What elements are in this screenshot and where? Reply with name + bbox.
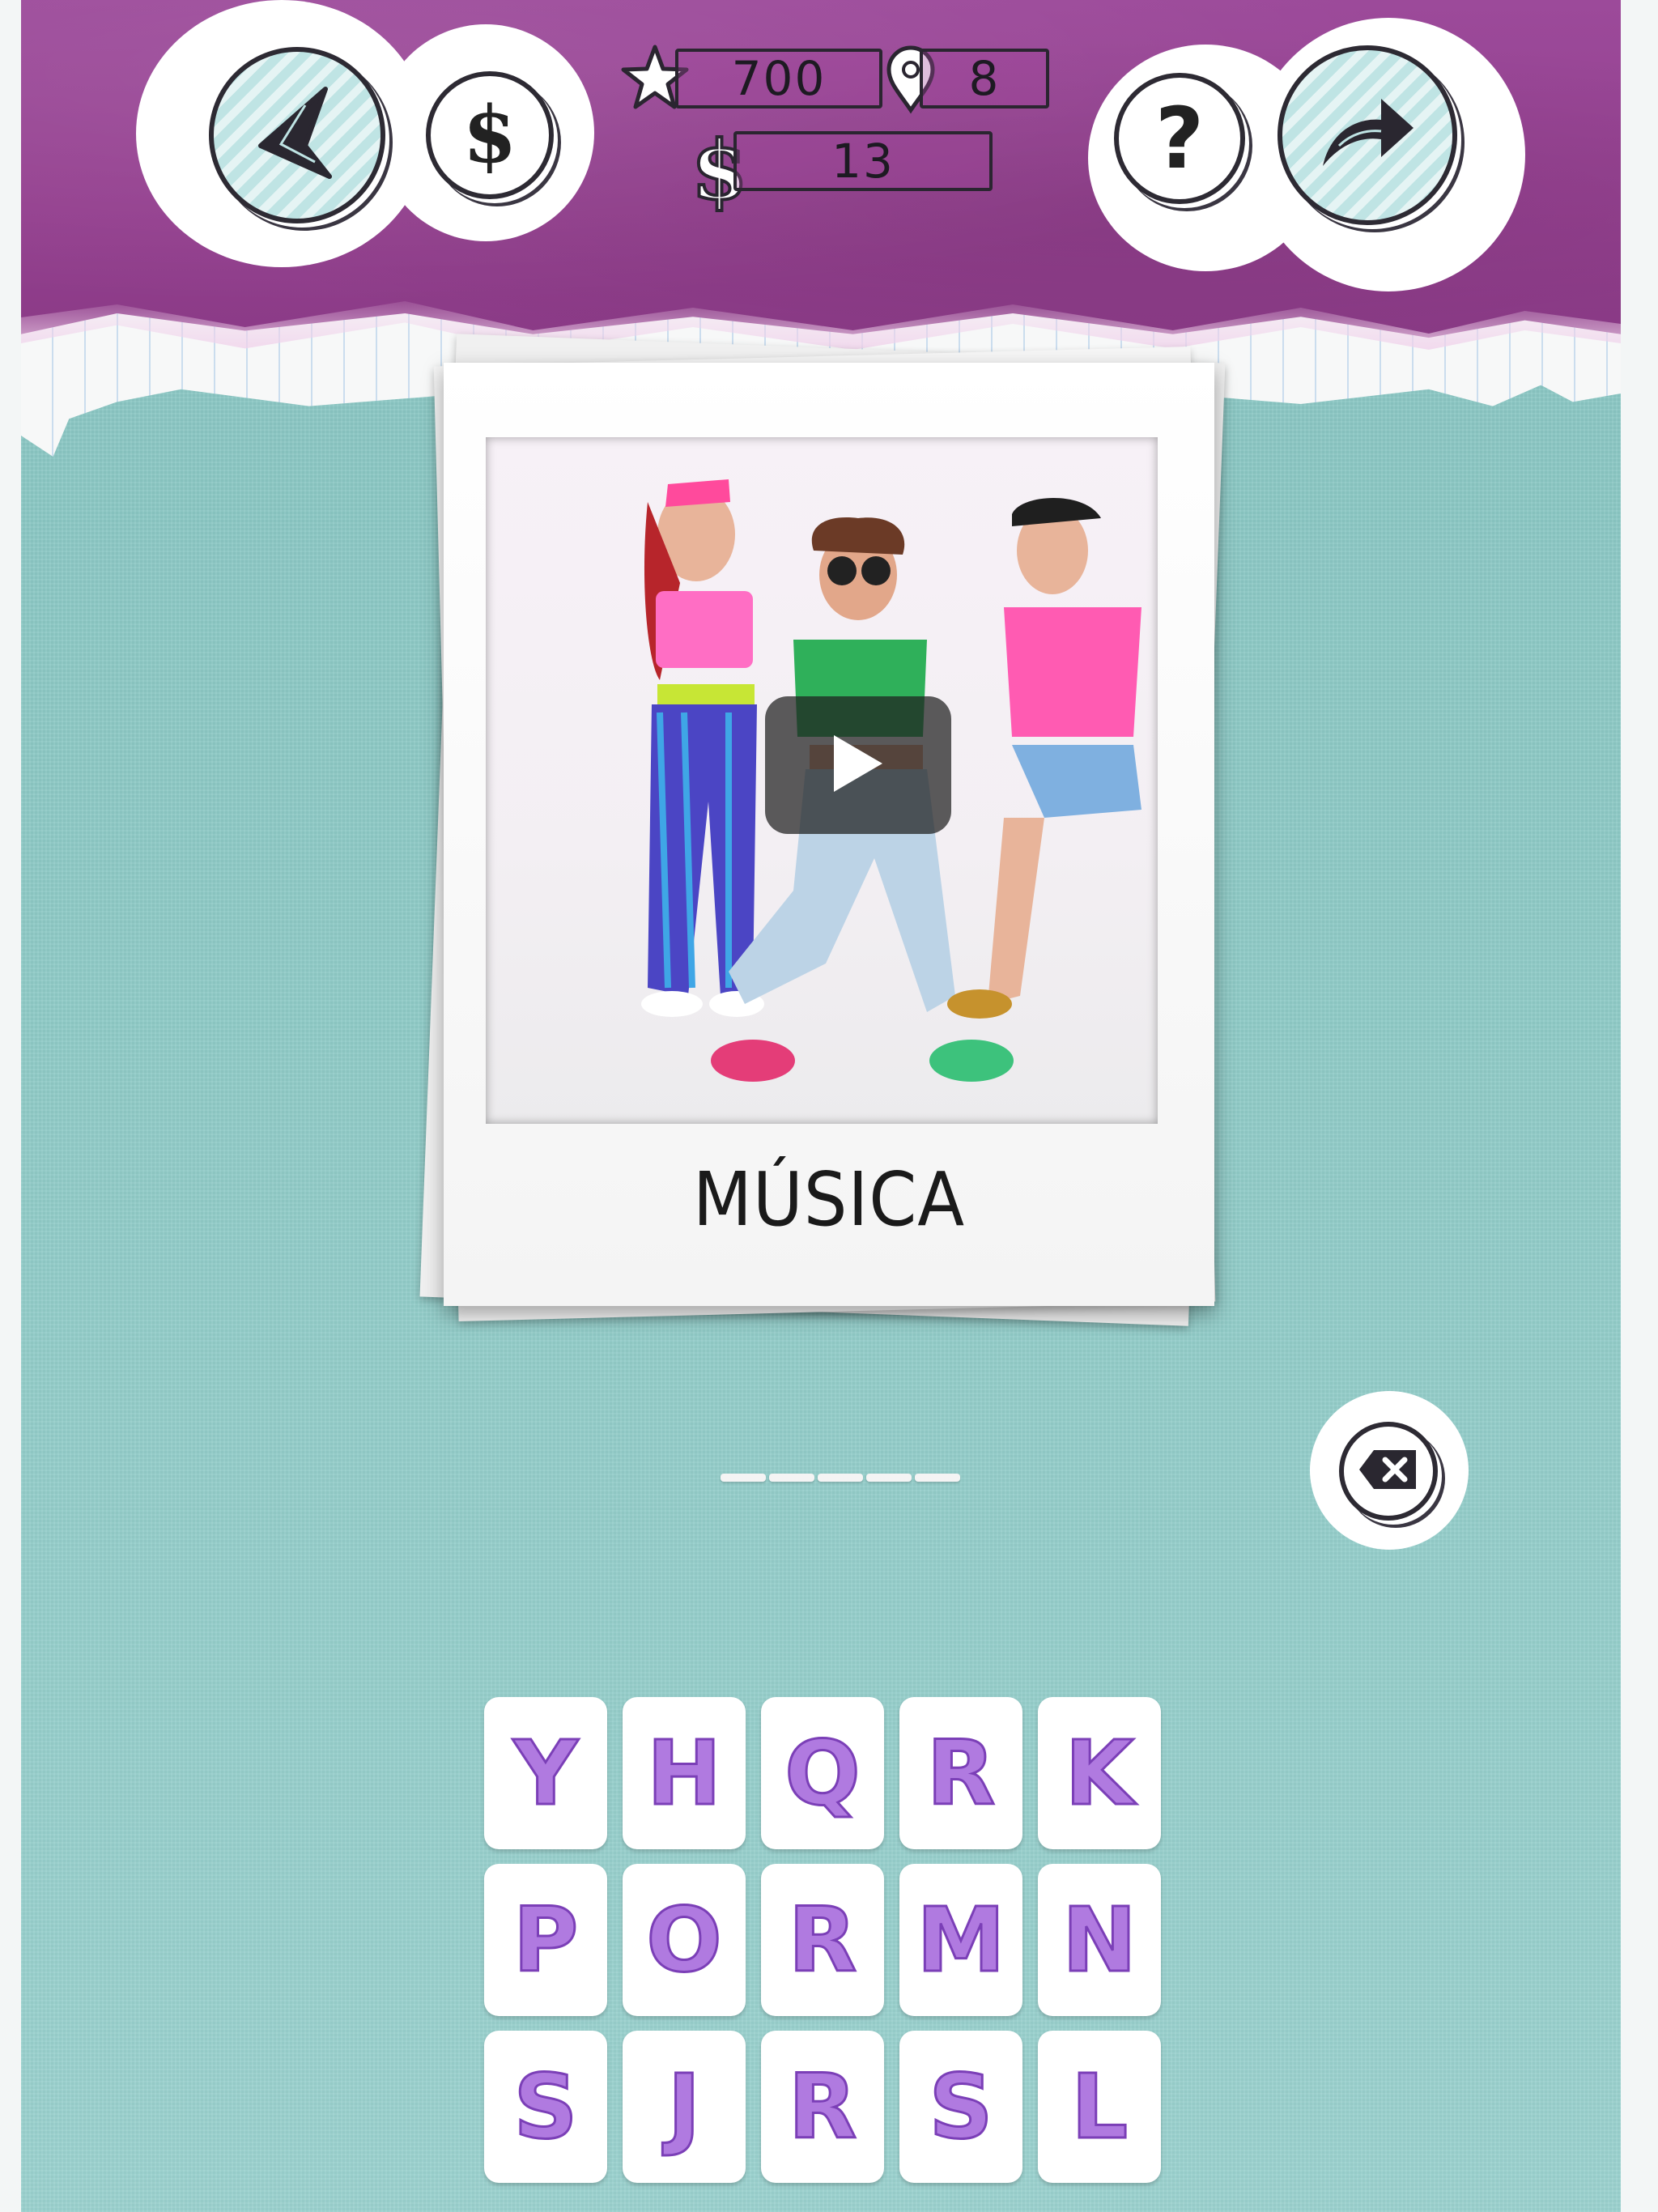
question-icon: ?	[1154, 89, 1205, 188]
letter-tile[interactable]: S	[484, 2031, 607, 2183]
letter-tile[interactable]: P	[484, 1864, 607, 2016]
category-label: MÚSICA	[692, 1156, 966, 1243]
paper-hole	[1252, 429, 1292, 457]
letter-tile[interactable]: R	[899, 1697, 1022, 1849]
answer-slot[interactable]	[769, 1474, 814, 1482]
answer-slot[interactable]	[915, 1474, 960, 1482]
letter-tile[interactable]: K	[1038, 1697, 1161, 1849]
share-button[interactable]	[1278, 45, 1457, 225]
paper-hole	[1381, 429, 1422, 457]
paper-hole	[1575, 429, 1616, 457]
backspace-button[interactable]	[1310, 1391, 1472, 1553]
letter-tile[interactable]: N	[1038, 1864, 1161, 2016]
share-arrow-icon	[1315, 89, 1420, 181]
answer-slot[interactable]	[818, 1474, 863, 1482]
video-thumbnail[interactable]	[486, 437, 1158, 1124]
coin-counter: 13	[733, 131, 993, 191]
back-button[interactable]	[209, 47, 385, 223]
letter-tile[interactable]: M	[899, 1864, 1022, 2016]
clue-card: MÚSICA	[444, 363, 1214, 1306]
level-counter: 8	[920, 49, 1049, 108]
letter-tile[interactable]: J	[623, 2031, 746, 2183]
dollar-icon: $	[462, 89, 517, 181]
letter-tile[interactable]: R	[761, 1864, 884, 2016]
help-button[interactable]: ?	[1114, 73, 1245, 204]
game-screen: $ 700 8 $ 13 ? MÚSICA Y H Q R K P O R M …	[21, 0, 1621, 2212]
letter-tile[interactable]: L	[1038, 2031, 1161, 2183]
shop-button[interactable]: $	[426, 71, 554, 199]
answer-slot[interactable]	[866, 1474, 912, 1482]
score-counter: 700	[675, 49, 882, 108]
answer-slot[interactable]	[721, 1474, 766, 1482]
letter-tile[interactable]: S	[899, 2031, 1022, 2183]
letter-tile[interactable]: Y	[484, 1697, 607, 1849]
paper-hole	[1316, 429, 1357, 457]
backspace-icon	[1356, 1447, 1421, 1495]
letter-tile[interactable]: R	[761, 2031, 884, 2183]
play-button[interactable]	[765, 696, 951, 834]
back-arrow-icon	[249, 81, 346, 189]
answer-slots	[721, 1474, 960, 1482]
letter-tile[interactable]: O	[623, 1864, 746, 2016]
play-icon	[830, 731, 886, 799]
paper-hole	[1446, 429, 1486, 457]
letter-tile[interactable]: H	[623, 1697, 746, 1849]
paper-hole	[1511, 429, 1551, 457]
letter-tile[interactable]: Q	[761, 1697, 884, 1849]
backspace-circle	[1339, 1422, 1438, 1521]
